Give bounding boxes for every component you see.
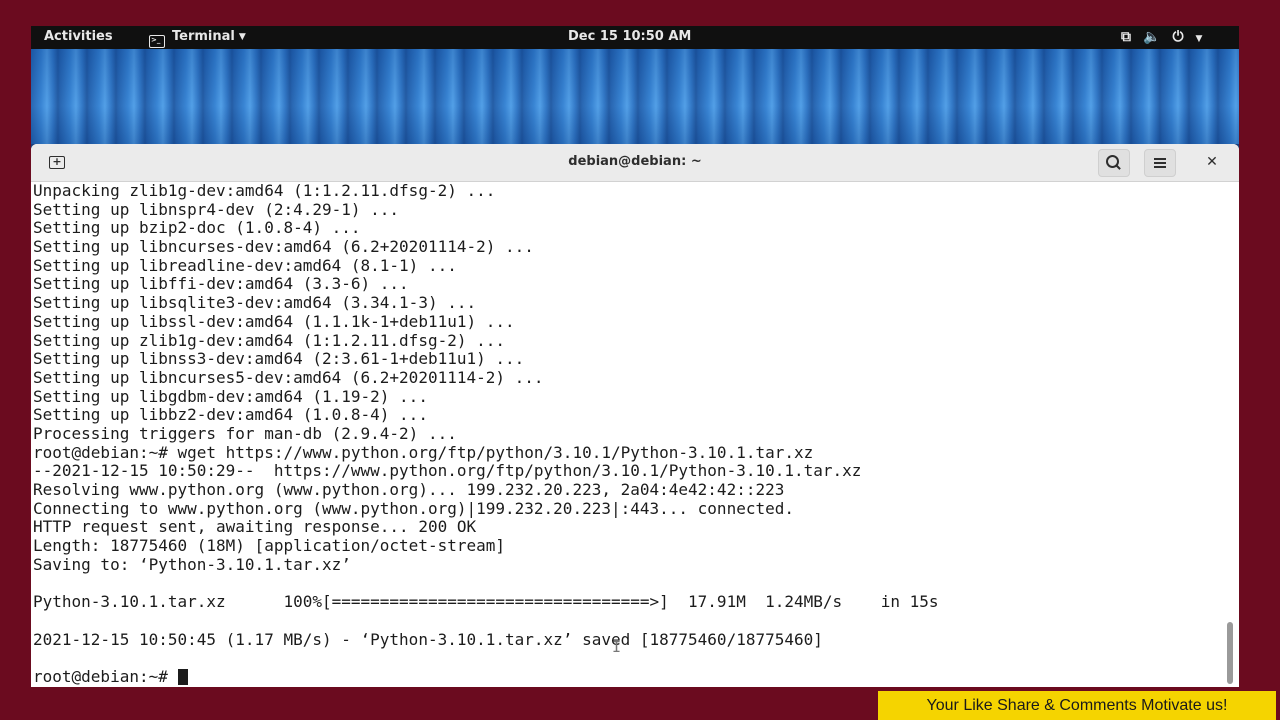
hamburger-icon bbox=[1154, 162, 1166, 164]
terminal-line: Setting up libbz2-dev:amd64 (1.0.8-4) ..… bbox=[33, 405, 428, 425]
search-icon bbox=[1105, 154, 1119, 168]
menu-button[interactable] bbox=[1144, 149, 1176, 177]
shell-prompt: root@debian:~# bbox=[33, 666, 178, 686]
desktop-wallpaper bbox=[31, 49, 1239, 144]
window-titlebar[interactable]: + debian@debian: ~ ✕ bbox=[31, 144, 1239, 182]
terminal-line: 2021-12-15 10:50:45 (1.17 MB/s) - ‘Pytho… bbox=[33, 629, 823, 649]
terminal-output[interactable]: Unpacking zlib1g-dev:amd64 (1:1.2.11.dfs… bbox=[31, 182, 1221, 687]
terminal-line: --2021-12-15 10:50:29-- https://www.pyth… bbox=[33, 461, 862, 481]
network-icon: ⧉ bbox=[1121, 29, 1131, 45]
volume-icon: 🔈 bbox=[1143, 29, 1161, 45]
terminal-icon: >_ bbox=[149, 35, 165, 48]
scrollbar[interactable] bbox=[1227, 622, 1233, 684]
terminal-line: Unpacking zlib1g-dev:amd64 (1:1.2.11.dfs… bbox=[33, 182, 496, 200]
top-bar: Activities >_ Terminal ▼ Dec 15 10:50 AM ⧉… bbox=[31, 26, 1239, 49]
window-title: debian@debian: ~ bbox=[568, 154, 702, 169]
terminal-line: Setting up libnss3-dev:amd64 (2:3.61-1+d… bbox=[33, 349, 525, 369]
power-icon: ⏻ bbox=[1172, 29, 1184, 45]
system-menu[interactable]: ⧉ 🔈 ⏻ ▼ bbox=[1121, 29, 1214, 45]
terminal-window[interactable]: + debian@debian: ~ ✕ Unpacking zlib1g-de… bbox=[31, 144, 1239, 687]
terminal-cursor bbox=[177, 668, 188, 685]
terminal-line: Python-3.10.1.tar.xz 100%[==============… bbox=[33, 592, 939, 612]
terminal-line: Saving to: ‘Python-3.10.1.tar.xz’ bbox=[33, 554, 351, 574]
terminal-line: Setting up libnspr4-dev (2:4.29-1) ... bbox=[33, 199, 400, 219]
terminal-line: root@debian:~# wget https://www.python.o… bbox=[33, 442, 814, 462]
terminal-line: Setting up libsqlite3-dev:amd64 (3.34.1-… bbox=[33, 293, 477, 313]
search-button[interactable] bbox=[1098, 149, 1130, 177]
close-icon: ✕ bbox=[1206, 154, 1218, 170]
terminal-prompt-line: root@debian:~# bbox=[33, 666, 938, 687]
desktop-screen: Activities >_ Terminal ▼ Dec 15 10:50 AM ⧉… bbox=[31, 26, 1239, 687]
chevron-down-icon: ▼ bbox=[238, 32, 246, 42]
activities-button[interactable]: Activities bbox=[44, 29, 113, 44]
terminal-line: Setting up zlib1g-dev:amd64 (1:1.2.11.df… bbox=[33, 330, 506, 350]
terminal-line: Setting up libgdbm-dev:amd64 (1.19-2) ..… bbox=[33, 386, 428, 406]
terminal-line: Setting up libssl-dev:amd64 (1.1.1k-1+de… bbox=[33, 311, 515, 331]
app-menu-label: Terminal bbox=[172, 29, 235, 44]
terminal-line: HTTP request sent, awaiting response... … bbox=[33, 517, 477, 537]
chevron-down-icon: ▼ bbox=[1195, 34, 1203, 44]
motivation-banner: Your Like Share & Comments Motivate us! bbox=[878, 691, 1276, 720]
close-button[interactable]: ✕ bbox=[1197, 149, 1227, 175]
terminal-line: Setting up libncurses5-dev:amd64 (6.2+20… bbox=[33, 367, 544, 387]
terminal-line: Setting up libreadline-dev:amd64 (8.1-1)… bbox=[33, 255, 457, 275]
app-menu-button[interactable]: >_ Terminal ▼ bbox=[149, 29, 246, 48]
terminal-line: Resolving www.python.org (www.python.org… bbox=[33, 480, 785, 499]
terminal-line: Processing triggers for man-db (2.9.4-2)… bbox=[33, 423, 457, 443]
terminal-lines: Unpacking zlib1g-dev:amd64 (1:1.2.11.dfs… bbox=[33, 182, 938, 687]
terminal-line: Connecting to www.python.org (www.python… bbox=[33, 498, 794, 518]
clock[interactable]: Dec 15 10:50 AM bbox=[568, 29, 691, 44]
terminal-line: Setting up libncurses-dev:amd64 (6.2+202… bbox=[33, 237, 534, 257]
text-cursor-icon: I bbox=[612, 638, 622, 656]
terminal-line: Length: 18775460 (18M) [application/octe… bbox=[33, 536, 506, 556]
terminal-line: Setting up libffi-dev:amd64 (3.3-6) ... bbox=[33, 274, 409, 294]
terminal-line: Setting up bzip2-doc (1.0.8-4) ... bbox=[33, 218, 361, 238]
